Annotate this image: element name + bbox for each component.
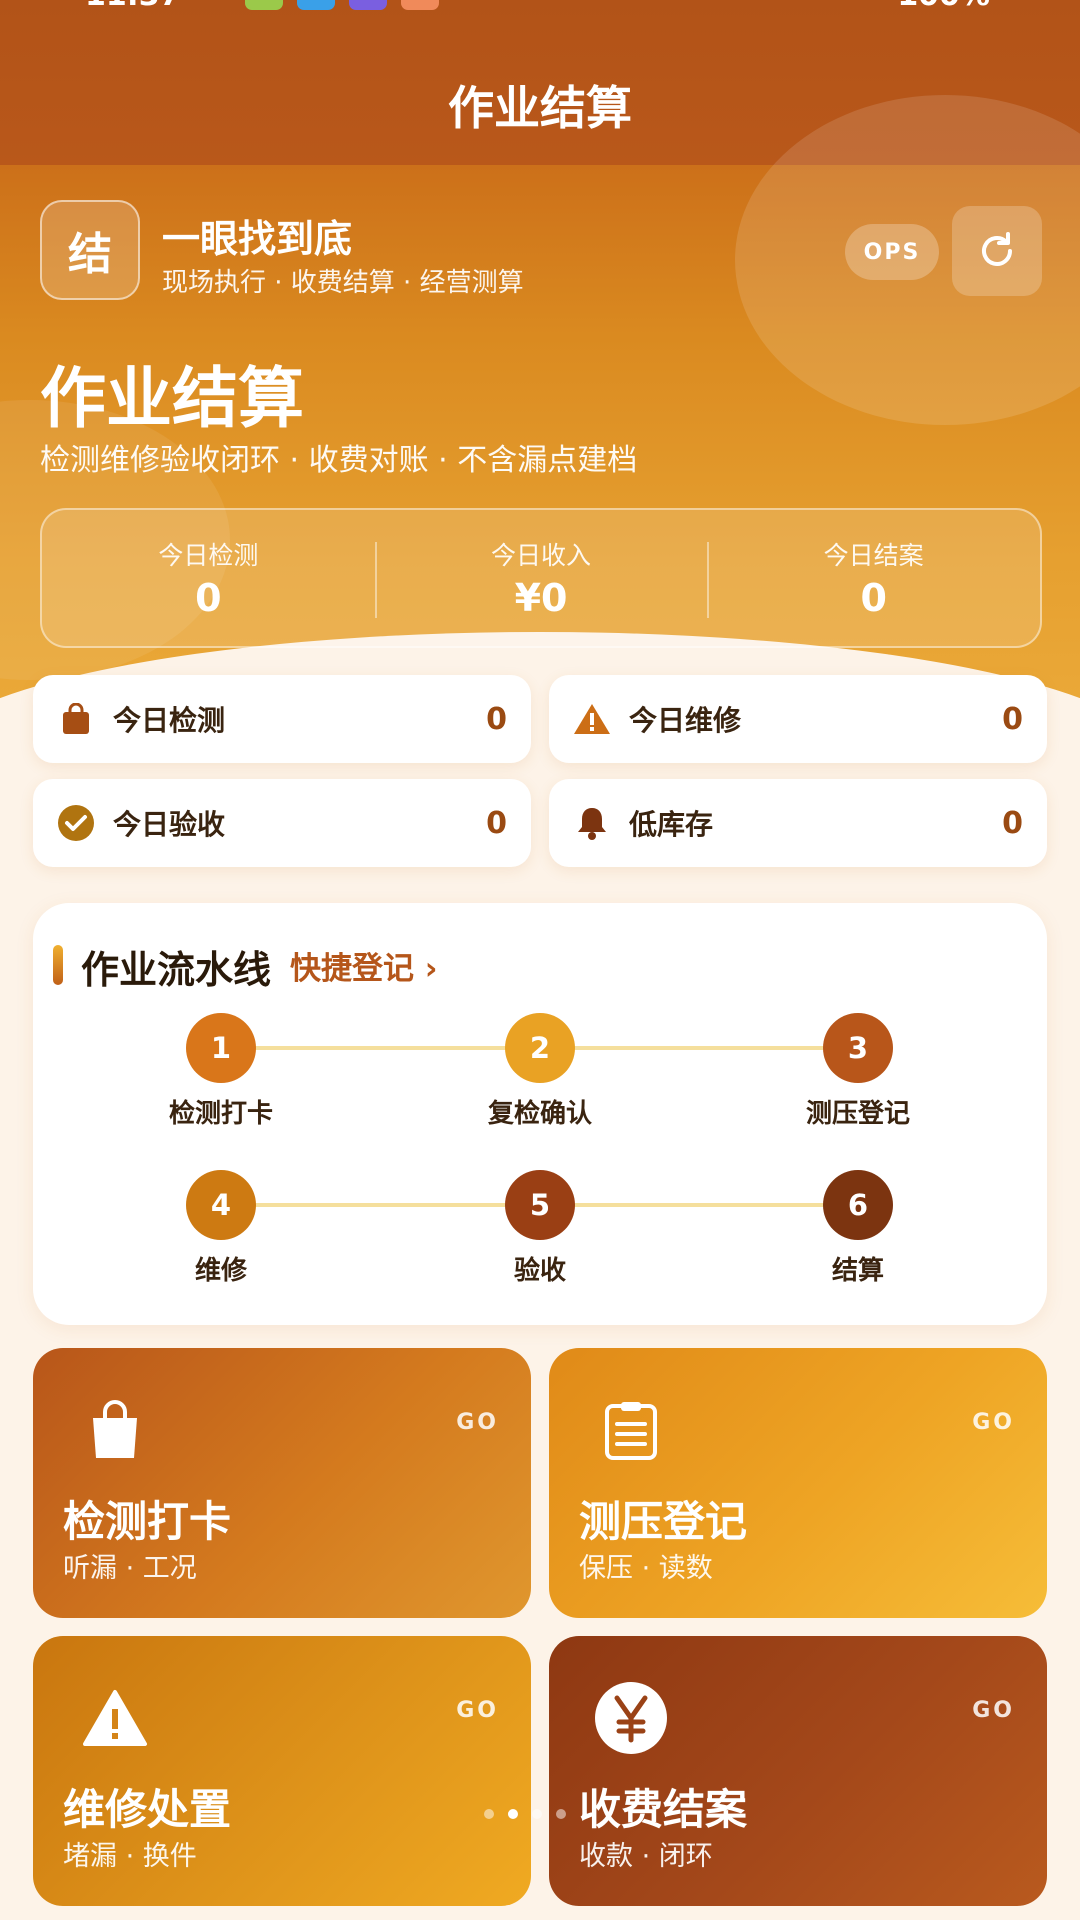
hero-title: 作业结算 bbox=[40, 360, 304, 437]
tile-today-repair[interactable]: 今日维修 0 bbox=[549, 675, 1047, 763]
step-number: 3 bbox=[823, 1013, 893, 1083]
stat-label: 今日检测 bbox=[158, 541, 259, 570]
bag-icon bbox=[75, 1390, 155, 1470]
yen-icon bbox=[591, 1678, 671, 1758]
stat-value: 0 bbox=[860, 576, 887, 620]
tile-label: 今日检测 bbox=[113, 704, 226, 737]
hero-subtitle: 检测维修验收闭环 · 收费对账 · 不含漏点建档 bbox=[40, 443, 638, 478]
stat-today-closed: 今日结案 0 bbox=[707, 510, 1040, 646]
status-time: 11:37 bbox=[85, 0, 181, 13]
step-1[interactable]: 1 检测打卡 bbox=[121, 1013, 321, 1130]
card-title: 维修处置 bbox=[63, 1785, 232, 1834]
tile-value: 0 bbox=[486, 805, 507, 841]
warning-icon bbox=[573, 700, 611, 738]
stat-label: 今日收入 bbox=[491, 541, 592, 570]
check-circle-icon bbox=[57, 804, 95, 842]
tile-today-accept[interactable]: 今日验收 0 bbox=[33, 779, 531, 867]
stat-value: ¥0 bbox=[514, 576, 568, 620]
card-subtitle: 收款 · 闭环 bbox=[579, 1841, 713, 1872]
refresh-button[interactable] bbox=[952, 206, 1042, 296]
tile-low-stock[interactable]: 低库存 0 bbox=[549, 779, 1047, 867]
go-label: GO bbox=[456, 1410, 499, 1435]
step-label: 验收 bbox=[513, 1256, 566, 1286]
app-icon bbox=[401, 0, 439, 10]
quick-register-link[interactable]: 快捷登记 › bbox=[290, 943, 438, 988]
section-accent-bar bbox=[53, 945, 63, 985]
brand-name: 一眼找到底 bbox=[162, 217, 353, 261]
card-title: 测压登记 bbox=[579, 1497, 748, 1546]
stat-today-detect: 今日检测 0 bbox=[42, 510, 375, 646]
tile-value: 0 bbox=[1002, 701, 1023, 737]
status-bar: 11:37 100% bbox=[0, 0, 1080, 22]
go-label: GO bbox=[972, 1410, 1015, 1435]
workflow-panel: 作业流水线 快捷登记 › 1 检测打卡 2 复检确认 3 测压登记 4 维修 5… bbox=[33, 903, 1047, 1325]
card-fee-settlement[interactable]: GO 收费结案 收款 · 闭环 bbox=[549, 1636, 1047, 1906]
go-label: GO bbox=[456, 1698, 499, 1723]
card-subtitle: 听漏 · 工况 bbox=[63, 1553, 197, 1584]
tile-label: 今日验收 bbox=[113, 808, 226, 841]
bag-icon bbox=[57, 700, 95, 738]
stat-value: 0 bbox=[195, 576, 222, 620]
tile-today-detect[interactable]: 今日检测 0 bbox=[33, 675, 531, 763]
step-number: 2 bbox=[505, 1013, 575, 1083]
app-icon bbox=[349, 0, 387, 10]
step-6[interactable]: 6 结算 bbox=[758, 1170, 958, 1287]
step-number: 4 bbox=[186, 1170, 256, 1240]
page-dot bbox=[556, 1809, 566, 1819]
stat-label: 今日结案 bbox=[823, 541, 924, 570]
workflow-title: 作业流水线 bbox=[81, 948, 272, 992]
card-repair-handle[interactable]: GO 维修处置 堵漏 · 换件 bbox=[33, 1636, 531, 1906]
card-subtitle: 保压 · 读数 bbox=[579, 1553, 713, 1584]
warning-icon bbox=[75, 1678, 155, 1758]
step-3[interactable]: 3 测压登记 bbox=[758, 1013, 958, 1130]
tile-value: 0 bbox=[1002, 805, 1023, 841]
page-title: 作业结算 bbox=[448, 81, 632, 135]
step-number: 1 bbox=[186, 1013, 256, 1083]
step-4[interactable]: 4 维修 bbox=[121, 1170, 321, 1287]
stat-today-income: 今日收入 ¥0 bbox=[374, 510, 708, 646]
step-label: 维修 bbox=[194, 1256, 247, 1286]
battery-percent: 100% bbox=[897, 0, 990, 13]
page-indicator bbox=[484, 1809, 566, 1819]
step-number: 6 bbox=[823, 1170, 893, 1240]
tile-value: 0 bbox=[486, 701, 507, 737]
page-dot bbox=[532, 1809, 542, 1819]
today-stats: 今日检测 0 今日收入 ¥0 今日结案 0 bbox=[40, 508, 1042, 648]
go-label: GO bbox=[972, 1698, 1015, 1723]
step-label: 复检确认 bbox=[487, 1099, 592, 1129]
refresh-icon bbox=[982, 232, 1012, 266]
step-label: 测压登记 bbox=[805, 1099, 910, 1129]
card-title: 收费结案 bbox=[579, 1785, 748, 1834]
app-icon bbox=[245, 0, 283, 10]
step-number: 5 bbox=[505, 1170, 575, 1240]
card-title: 检测打卡 bbox=[63, 1497, 232, 1546]
step-label: 检测打卡 bbox=[168, 1099, 273, 1129]
tile-label: 今日维修 bbox=[629, 704, 742, 737]
logo-badge: 结 bbox=[40, 200, 140, 300]
step-5[interactable]: 5 验收 bbox=[440, 1170, 640, 1287]
brand-tagline: 现场执行 · 收费结算 · 经营测算 bbox=[162, 268, 524, 298]
bell-icon bbox=[573, 804, 611, 842]
tile-label: 低库存 bbox=[629, 808, 714, 841]
card-subtitle: 堵漏 · 换件 bbox=[63, 1841, 197, 1872]
step-label: 结算 bbox=[831, 1256, 884, 1286]
clipboard-icon bbox=[591, 1390, 671, 1470]
card-detect-checkin[interactable]: GO 检测打卡 听漏 · 工况 bbox=[33, 1348, 531, 1618]
page-dot bbox=[484, 1809, 494, 1819]
ops-button[interactable]: OPS bbox=[845, 224, 939, 280]
page-dot-active bbox=[508, 1809, 518, 1819]
card-pressure-register[interactable]: GO 测压登记 保压 · 读数 bbox=[549, 1348, 1047, 1618]
step-2[interactable]: 2 复检确认 bbox=[440, 1013, 640, 1130]
app-icon bbox=[297, 0, 335, 10]
